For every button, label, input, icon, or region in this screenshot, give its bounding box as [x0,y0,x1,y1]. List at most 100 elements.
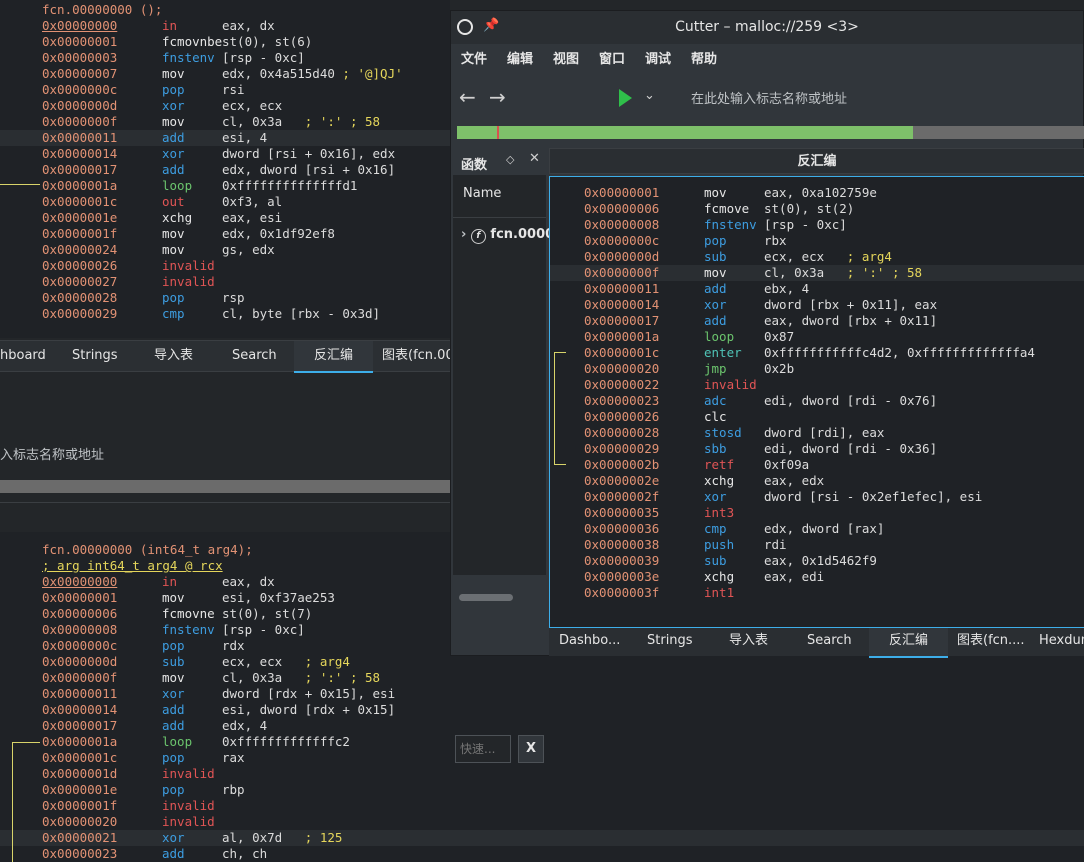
disasm-line[interactable]: 0x00000038 push rdi [550,537,1084,553]
address[interactable]: 0x00000023 [584,393,659,409]
disasm-line[interactable]: 0x0000001c enter 0xfffffffffffc4d2, 0xffff… [550,345,1084,361]
close-icon[interactable]: ✕ [529,151,540,166]
address[interactable]: 0x00000001 [584,185,659,201]
disasm-line[interactable]: 0x00000007 mov edx, 0x4a515d40 ; '@]QJ' [0,66,450,82]
disasm-line[interactable]: 0x00000022 invalid [550,377,1084,393]
address[interactable]: 0x00000020 [584,361,659,377]
function-list-item[interactable]: › f fcn.0000 [461,227,554,244]
disasm-line[interactable]: 0x0000001a loop 0x87 [550,329,1084,345]
address[interactable]: 0x00000011 [42,686,117,702]
address[interactable]: 0x00000036 [584,521,659,537]
address[interactable]: 0x00000024 [42,242,117,258]
address[interactable]: 0x00000014 [584,297,659,313]
disasm-line[interactable]: 0x0000001c out 0xf3, al [0,194,450,210]
disasm-line[interactable]: 0x00000027 invalid [0,274,450,290]
address[interactable]: 0x00000029 [584,441,659,457]
disasm-line[interactable]: 0x0000000f mov cl, 0x3a ; ':' ; 58 [0,670,1084,686]
disasm-line[interactable]: 0x00000023 adc edi, dword [rdi - 0x76] [550,393,1084,409]
address[interactable]: 0x00000014 [42,702,117,718]
address[interactable]: 0x00000028 [42,290,117,306]
disasm-line[interactable]: 0x00000024 mov gs, edx [0,242,450,258]
bottom-tab-0[interactable]: Dashbo... [559,628,620,656]
address[interactable]: 0x0000001f [42,798,117,814]
address[interactable]: 0x0000000f [42,114,117,130]
disasm-line[interactable]: 0x00000028 pop rsp [0,290,450,306]
address[interactable]: 0x0000001e [42,210,117,226]
address[interactable]: 0x00000014 [42,146,117,162]
bottom-tab-5[interactable]: 图表(fcn.... [957,628,1025,656]
disasm-line[interactable]: 0x00000021 xor al, 0x7d ; 125 [0,830,1084,846]
disasm-line[interactable]: 0x00000029 cmp cl, byte [rbx - 0x3d] [0,306,450,322]
address[interactable]: 0x0000001a [42,178,117,194]
disasm-line[interactable]: 0x00000017 add edx, 4 [0,718,1084,734]
address[interactable]: 0x0000001a [42,734,117,750]
address[interactable]: 0x0000001f [42,226,117,242]
menu-item-0[interactable]: 文件 [461,44,487,76]
horizontal-scrollbar[interactable] [459,594,513,601]
address[interactable]: 0x0000003f [584,585,659,601]
goto-address-input[interactable] [689,87,1073,111]
address[interactable]: 0x00000023 [42,846,117,862]
address[interactable]: 0x0000002e [584,473,659,489]
disasm-line[interactable]: 0x00000026 invalid [0,258,450,274]
disasm-line[interactable]: 0x00000011 add esi, 4 [0,130,450,146]
disasm-line[interactable]: 0x00000020 invalid [0,814,1084,830]
disasm-line[interactable]: 0x00000011 xor dword [rdx + 0x15], esi [0,686,1084,702]
tab-2[interactable]: 导入表 [154,341,193,371]
bottom-tab-1[interactable]: Strings [647,628,693,656]
tab-3[interactable]: Search [232,341,277,371]
disasm-line[interactable]: 0x0000000c pop rbx [550,233,1084,249]
disasm-line[interactable]: 0x00000001 fcmovnbe st(0), st(6) [0,34,450,50]
tab-0[interactable]: hboard [0,341,46,371]
address[interactable]: 0x0000000d [42,654,117,670]
quick-filter-input[interactable] [455,735,511,763]
disasm-line[interactable]: 0x0000002f xor dword [rsi - 0x2ef1efec], e… [550,489,1084,505]
address[interactable]: 0x00000028 [584,425,659,441]
address[interactable]: 0x00000001 [42,34,117,50]
disassembly-view[interactable]: 0x00000001 mov eax, 0xa102759e 0x00000006 fc… [549,176,1084,628]
disasm-line[interactable]: 0x0000000c pop rsi [0,82,450,98]
disasm-line[interactable]: 0x00000014 add esi, dword [rdx + 0x15] [0,702,1084,718]
disasm-line[interactable]: 0x0000001a loop 0xffffffffffffffd1 [0,178,450,194]
address[interactable]: 0x00000008 [42,622,117,638]
address[interactable]: 0x00000000 [42,18,117,34]
address[interactable]: 0x00000008 [584,217,659,233]
disasm-line[interactable]: 0x00000008 fnstenv [rsp - 0xc] [550,217,1084,233]
disasm-line[interactable]: 0x0000002b retf 0xf09a [550,457,1084,473]
address[interactable]: 0x0000001c [42,750,117,766]
address[interactable]: 0x00000007 [42,66,117,82]
bottom-tab-6[interactable]: Hexdum [1039,628,1084,656]
disasm-line[interactable]: 0x00000020 jmp 0x2b [550,361,1084,377]
menu-item-4[interactable]: 调试 [645,44,671,76]
address[interactable]: 0x00000000 [42,574,117,590]
disasm-line[interactable]: 0x00000028 stosd dword [rdi], eax [550,425,1084,441]
address[interactable]: 0x0000001c [42,194,117,210]
disasm-line[interactable]: 0x0000003f int1 [550,585,1084,601]
disasm-line[interactable]: 0x00000006 fcmove st(0), st(2) [550,201,1084,217]
address[interactable]: 0x0000000d [584,249,659,265]
address[interactable]: 0x0000000c [42,638,117,654]
address[interactable]: 0x00000027 [42,274,117,290]
address[interactable]: 0x00000017 [584,313,659,329]
disasm-line[interactable]: 0x00000039 sub eax, 0x1d5462f9 [550,553,1084,569]
disasm-line[interactable]: 0x00000014 xor dword [rbx + 0x11], eax [550,297,1084,313]
address[interactable]: 0x0000000f [42,670,117,686]
tab-5[interactable]: 图表(fcn.00 [382,341,454,371]
address[interactable]: 0x00000029 [42,306,117,322]
address[interactable]: 0x00000003 [42,50,117,66]
chevron-down-icon[interactable]: ⌄ [644,88,655,103]
address[interactable]: 0x0000002b [584,457,659,473]
address[interactable]: 0x00000039 [584,553,659,569]
clear-filter-button[interactable]: X [518,735,544,763]
disasm-line[interactable]: 0x0000000f mov cl, 0x3a ; ':' ; 58 [0,114,450,130]
menu-item-3[interactable]: 窗口 [599,44,625,76]
disasm-line[interactable]: 0x0000000f mov cl, 0x3a ; ':' ; 58 [550,265,1084,281]
column-header-name[interactable]: Name [463,186,501,201]
disasm-line[interactable]: 0x00000000 in eax, dx [0,18,450,34]
disasm-line[interactable]: 0x0000001f invalid [0,798,1084,814]
menu-item-2[interactable]: 视图 [553,44,579,76]
address[interactable]: 0x0000001a [584,329,659,345]
disasm-line[interactable]: 0x00000003 fnstenv [rsp - 0xc] [0,50,450,66]
address[interactable]: 0x0000001e [42,782,117,798]
functions-list[interactable]: Name › f fcn.0000 [453,175,554,575]
